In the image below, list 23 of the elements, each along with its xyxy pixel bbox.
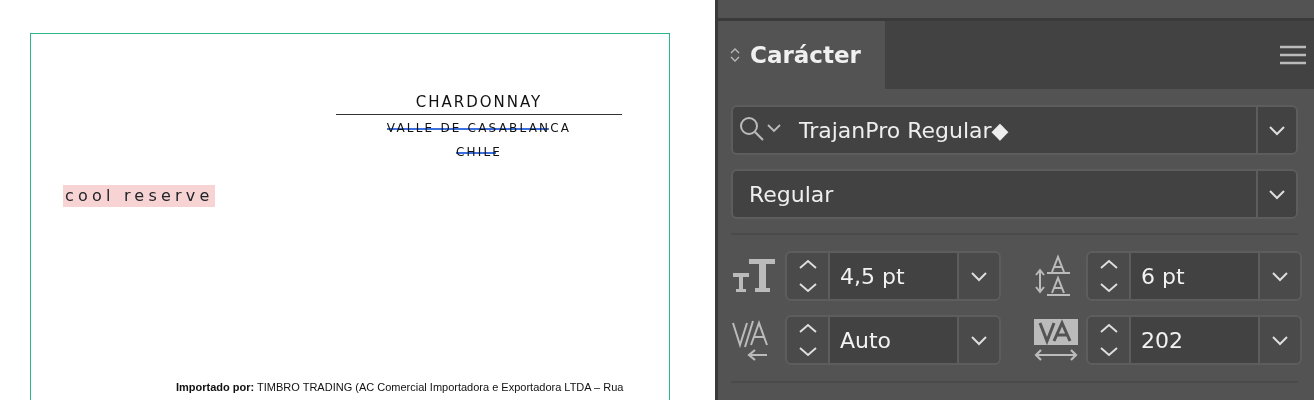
panel-tab[interactable]: Carácter (718, 21, 885, 89)
chevron-down-icon[interactable] (1267, 123, 1287, 137)
tracking-icon (1032, 317, 1079, 363)
menu-icon[interactable] (1280, 45, 1306, 65)
chevron-down-icon[interactable] (1270, 269, 1290, 283)
font-style-dropdown[interactable]: Regular (731, 169, 1298, 219)
importer-text: Importado por: TIMBRO TRADING (AC Comercial Importadora e Exportadora LTDA – Rua (176, 380, 624, 395)
stepper-icon[interactable] (797, 259, 818, 293)
value-spinner[interactable]: 202 (1086, 315, 1302, 365)
wine-title: CHARDONNAY (336, 92, 622, 115)
value-spinner[interactable]: 4,5 pt (785, 251, 1001, 301)
chevron-down-icon[interactable] (1270, 333, 1290, 347)
stepper-icon[interactable] (1098, 259, 1119, 293)
value-spinner[interactable]: 6 pt (1086, 251, 1302, 301)
chevron-down-icon[interactable] (969, 269, 989, 283)
stepper-icon[interactable] (1098, 323, 1119, 357)
value-spinner[interactable]: Auto (785, 315, 1001, 365)
stepper-icon[interactable] (797, 323, 818, 357)
collapse-icon[interactable] (730, 47, 740, 63)
chevron-down-icon[interactable] (969, 333, 989, 347)
font-family-dropdown[interactable]: TrajanPro Regular◆ (731, 105, 1298, 155)
chevron-down-icon[interactable] (1267, 187, 1287, 201)
tagline: cool reserve (63, 185, 216, 207)
